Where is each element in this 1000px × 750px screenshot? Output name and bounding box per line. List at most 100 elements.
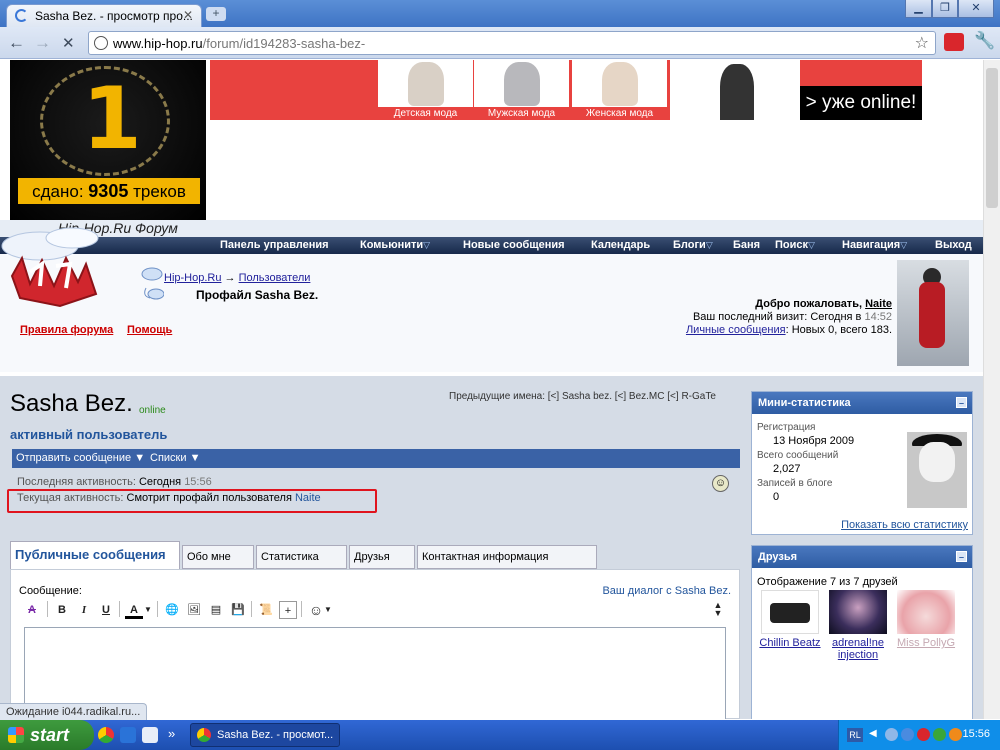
new-tab-button[interactable]: +	[206, 7, 226, 21]
minimize-window-button[interactable]: ▁	[905, 0, 932, 18]
app-quicklaunch-icon[interactable]	[142, 727, 158, 743]
fashion-women-tile[interactable]: Женская мода	[572, 60, 667, 120]
nav-control-panel[interactable]: Панель управления	[220, 237, 329, 253]
nav-search[interactable]: Поиск▽	[775, 237, 815, 253]
back-button[interactable]: ←	[8, 33, 25, 53]
insert-link-icon[interactable]: 🌐	[163, 601, 181, 619]
banner-photo	[670, 60, 800, 120]
underline-button[interactable]: U	[97, 601, 115, 619]
tracks-banner-ad[interactable]: 1 сдано: 9305 треков	[10, 60, 206, 220]
antivirus-icon[interactable]	[917, 728, 930, 741]
hiphop-ru-logo[interactable]	[0, 224, 110, 314]
insert-video-icon[interactable]: ▤	[207, 601, 225, 619]
stop-loading-button[interactable]: ✕	[62, 34, 75, 52]
friend-item[interactable]: adrenal!ne injection	[826, 590, 890, 661]
fashion-banner-ad[interactable]: Детская мода Мужская мода Женская мода >…	[210, 60, 922, 120]
tab-statistics[interactable]: Статистика	[256, 545, 347, 569]
user-avatar[interactable]	[897, 260, 969, 366]
help-link[interactable]: Помощь	[127, 324, 172, 336]
friend-name-link[interactable]: Miss PollyG	[894, 637, 958, 649]
tab-about-me[interactable]: Обо мне	[182, 545, 254, 569]
chevron-down-icon[interactable]: ▼	[323, 601, 333, 619]
maximize-window-button[interactable]: ❐	[932, 0, 958, 18]
tab-friends[interactable]: Друзья	[349, 545, 415, 569]
scrollbar-thumb[interactable]	[986, 68, 998, 208]
nav-label: Баня	[733, 239, 761, 251]
web-page: 1 сдано: 9305 треков Детская мода Мужска…	[0, 60, 983, 719]
friend-avatar	[897, 590, 955, 634]
nav-calendar[interactable]: Календарь	[591, 237, 650, 253]
extension-icon[interactable]	[944, 33, 964, 51]
bookmark-star-icon[interactable]: ☆	[915, 33, 929, 53]
expand-icon[interactable]: +	[279, 601, 297, 619]
page-scrollbar[interactable]	[983, 60, 1000, 719]
tracks-counter-value: 9305	[88, 181, 129, 201]
wrench-icon[interactable]: 🔧	[974, 31, 995, 51]
tray-status-icon[interactable]	[933, 728, 946, 741]
font-color-icon[interactable]: A	[125, 601, 143, 619]
bold-button[interactable]: B	[53, 601, 71, 619]
breadcrumb-users-link[interactable]: Пользователи	[239, 272, 311, 284]
forum-rules-link[interactable]: Правила форума	[20, 324, 113, 336]
lists-label: Списки	[150, 452, 187, 464]
profile-avatar[interactable]	[907, 432, 967, 508]
friend-name-link[interactable]: adrenal!ne injection	[826, 637, 890, 661]
breadcrumb-home-link[interactable]: Hip-Hop.Ru	[164, 272, 221, 284]
browser-tab-active[interactable]: Sasha Bez. - просмотр про... ✕	[6, 4, 202, 27]
windows-logo-icon	[8, 727, 24, 743]
forward-button[interactable]: →	[34, 33, 51, 53]
friends-panel: Друзья – Отображение 7 из 7 друзей Chill…	[751, 545, 973, 719]
remove-format-icon[interactable]: A	[23, 601, 41, 619]
last-visit-label: Ваш последний визит: Сегодня в	[692, 311, 862, 323]
model-image	[602, 62, 638, 106]
model-image	[720, 64, 754, 120]
quicklaunch-more-icon[interactable]: »	[168, 726, 175, 741]
ie-quicklaunch-icon[interactable]	[120, 727, 136, 743]
nav-navigation[interactable]: Навигация▽	[842, 237, 907, 253]
friend-name-link[interactable]: Chillin Beatz	[758, 637, 822, 649]
italic-button[interactable]: I	[75, 601, 93, 619]
chrome-quicklaunch-icon[interactable]	[98, 727, 114, 743]
lists-menu[interactable]: Списки ▼	[150, 452, 200, 464]
windows-taskbar: start » Sasha Bez. - просмот... RL ◀ 15:…	[0, 720, 1000, 750]
resize-editor-icon[interactable]: ▲ ▼	[709, 601, 727, 619]
taskbar-window-chrome[interactable]: Sasha Bez. - просмот...	[190, 723, 340, 747]
tray-app-icon[interactable]	[901, 728, 914, 741]
save-icon[interactable]: 💾	[229, 601, 247, 619]
collapse-icon[interactable]: –	[956, 551, 967, 562]
close-window-button[interactable]: ✕	[958, 0, 994, 18]
browser-tab-strip: Sasha Bez. - просмотр про... ✕ + ▁ ❐ ✕	[0, 0, 1000, 27]
tray-expand-icon[interactable]: ◀	[869, 728, 877, 739]
insert-image-icon[interactable]: 🖼	[185, 601, 203, 619]
start-button[interactable]: start	[0, 720, 94, 750]
chevron-down-icon[interactable]: ▼	[143, 601, 153, 619]
fashion-men-tile[interactable]: Мужская мода	[474, 60, 569, 120]
close-tab-icon[interactable]: ✕	[183, 8, 193, 22]
nav-community[interactable]: Комьюнити▽	[360, 237, 430, 253]
network-icon[interactable]	[885, 728, 898, 741]
friends-summary: Отображение 7 из 7 друзей	[757, 576, 898, 588]
language-indicator[interactable]: RL	[847, 728, 863, 742]
tab-contact-info[interactable]: Контактная информация	[417, 545, 597, 569]
banner-number-one: 1	[82, 69, 142, 169]
tab-public-messages[interactable]: Публичные сообщения	[10, 541, 180, 569]
fashion-kids-tile[interactable]: Детская мода	[378, 60, 473, 120]
nav-logout[interactable]: Выход	[935, 237, 972, 253]
user-title: активный пользователь	[10, 427, 168, 442]
show-all-stats-link[interactable]: Показать всю статистику	[841, 519, 968, 531]
tray-update-icon[interactable]	[949, 728, 962, 741]
mini-stats-header: Мини-статистика –	[752, 392, 972, 414]
nav-new-posts[interactable]: Новые сообщения	[463, 237, 565, 253]
quote-icon[interactable]: 📜	[257, 601, 275, 619]
dialog-link[interactable]: Ваш диалог с Sasha Bez.	[602, 585, 731, 597]
welcome-username-link[interactable]: Naite	[865, 298, 892, 310]
nav-banya[interactable]: Баня	[733, 237, 760, 253]
private-messages-link[interactable]: Личные сообщения	[686, 324, 786, 336]
collapse-icon[interactable]: –	[956, 397, 967, 408]
address-bar[interactable]: www.hip-hop.ru/forum/id194283-sasha-bez-…	[88, 31, 936, 55]
friend-item[interactable]: Chillin Beatz	[758, 590, 822, 649]
friend-item[interactable]: Miss PollyG	[894, 590, 958, 649]
send-message-menu[interactable]: Отправить сообщение ▼	[16, 452, 145, 464]
page-title: Профайл Sasha Bez.	[196, 288, 319, 302]
nav-blogs[interactable]: Блоги▽	[673, 237, 713, 253]
